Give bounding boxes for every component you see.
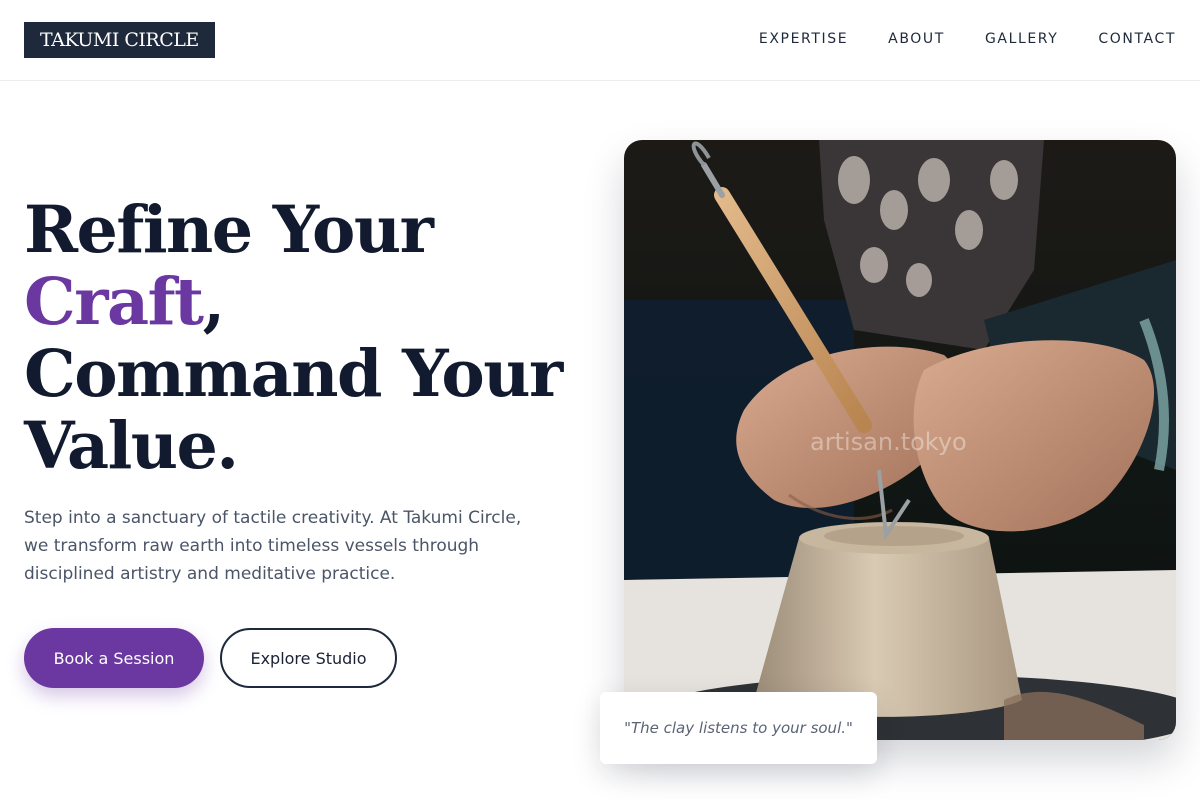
- quote-card: "The clay listens to your soul.": [600, 692, 877, 764]
- brand-logo[interactable]: TAKUMI CIRCLE: [24, 22, 215, 58]
- book-session-button[interactable]: Book a Session: [24, 628, 204, 688]
- explore-studio-button[interactable]: Explore Studio: [220, 628, 397, 688]
- headline-line-4: Value.: [24, 408, 239, 484]
- headline-line-2: Craft,: [24, 266, 584, 338]
- site-header: TAKUMI CIRCLE EXPERTISE ABOUT GALLERY CO…: [0, 0, 1200, 81]
- nav-item-contact[interactable]: CONTACT: [1098, 29, 1176, 49]
- hero-subtext: Step into a sanctuary of tactile creativ…: [24, 508, 522, 584]
- headline-accent-word: Craft: [24, 264, 204, 340]
- headline-comma: ,: [202, 264, 226, 340]
- main-nav: EXPERTISE ABOUT GALLERY CONTACT: [759, 29, 1176, 49]
- nav-item-about[interactable]: ABOUT: [888, 29, 945, 49]
- quote-text: "The clay listens to your soul.": [624, 719, 853, 737]
- headline-line-3: Command Your: [24, 336, 563, 412]
- hero-headline: Refine Your Craft, Command Your Value.: [24, 194, 584, 482]
- headline-line-1: Refine Your: [24, 192, 434, 268]
- nav-item-expertise[interactable]: EXPERTISE: [759, 29, 848, 49]
- nav-item-gallery[interactable]: GALLERY: [985, 29, 1058, 49]
- image-watermark: artisan.tokyo: [810, 428, 967, 456]
